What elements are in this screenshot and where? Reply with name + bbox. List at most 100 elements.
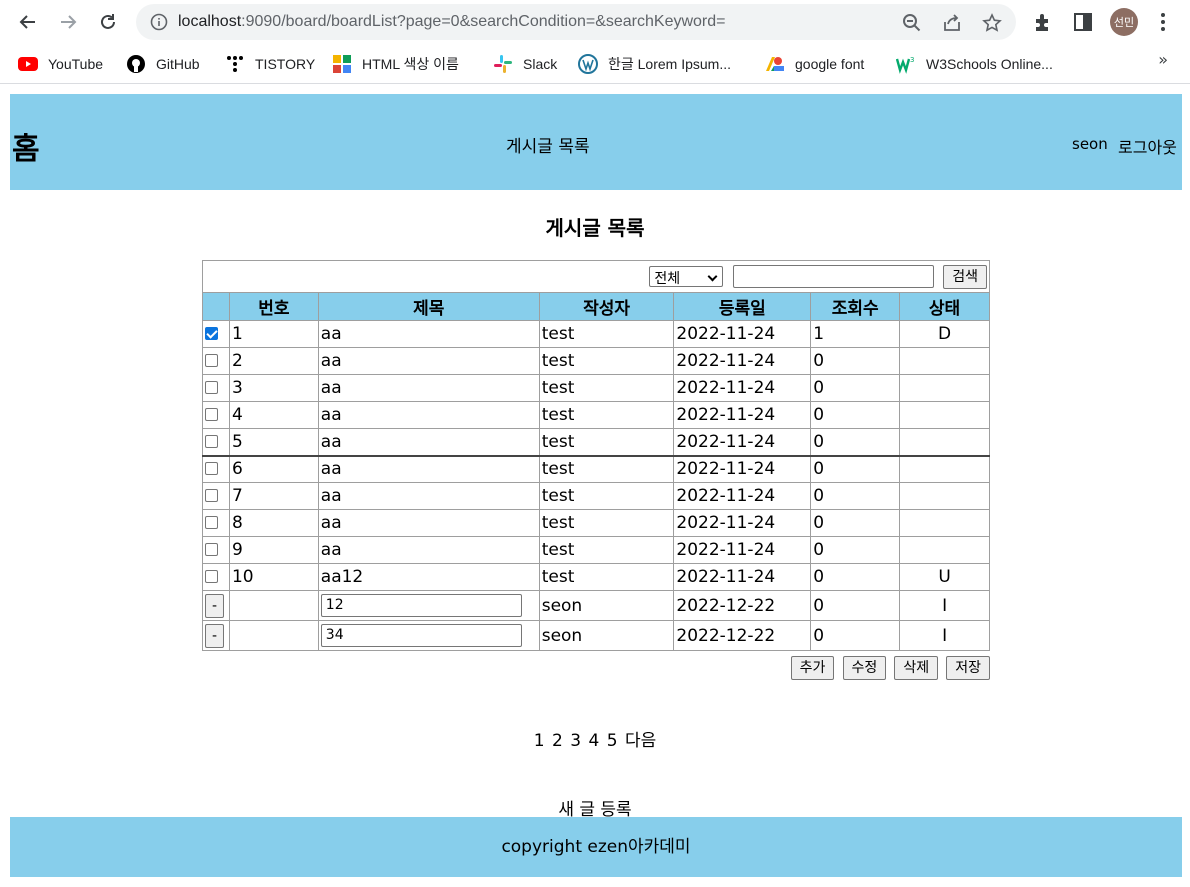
row-status: I [899,620,990,651]
remove-row-button[interactable]: - [205,593,225,618]
star-icon[interactable] [982,13,1002,33]
page-title: 게시글 목록 [545,216,645,240]
row-number: 6 [228,454,319,483]
row-writer: test [538,482,675,510]
bookmark-tistory[interactable]: TISTORY [225,53,315,75]
row-writer: test [538,374,675,402]
row-views: 0 [810,563,901,591]
search-button[interactable]: 검색 [943,264,987,289]
info-icon[interactable] [150,13,168,31]
google-fonts-icon [766,57,784,71]
page-link-4[interactable]: 4 [588,731,599,751]
row-checkbox[interactable] [205,462,218,476]
row-date: 2022-11-24 [673,536,812,564]
row-status [899,454,990,483]
home-link[interactable]: 홈 [12,124,40,168]
page-link-3[interactable]: 3 [570,731,581,751]
bookmark-slack[interactable]: Slack [493,53,557,75]
row-checkbox[interactable] [205,570,218,583]
add-button[interactable]: 추가 [790,656,835,680]
bookmark-github[interactable]: GitHub [126,53,200,75]
row-title: aa [317,374,540,402]
address-bar[interactable]: localhost:9090/board/boardList?page=0&se… [136,4,1016,40]
row-checkbox[interactable] [205,516,218,529]
row-number: 7 [228,482,319,510]
url-host: localhost [178,13,242,30]
bookmark-label: HTML 색상 이름 [362,56,459,72]
row-select-cell [202,347,230,375]
remove-row-button[interactable]: - [205,623,225,648]
row-title: aa [317,401,540,429]
page-link-2[interactable]: 2 [552,731,563,751]
row-checkbox[interactable] [205,381,218,394]
row-checkbox[interactable] [205,543,218,556]
reload-button[interactable] [94,8,122,36]
bookmarks-bar: YouTube GitHub TISTORY HTML 색상 이름 Slack … [0,44,1190,84]
row-date: 2022-11-24 [673,563,812,591]
row-date: 2022-12-22 [673,620,812,651]
more-menu-icon[interactable] [1152,11,1174,33]
row-checkbox[interactable] [205,354,218,367]
row-views: 0 [810,620,901,651]
row-date: 2022-11-24 [673,401,812,429]
share-icon[interactable] [942,13,962,33]
extensions-puzzle-icon[interactable] [1032,11,1054,33]
row-title: aa12 [317,563,540,591]
row-number: 9 [228,536,319,564]
column-header-number: 번호 [228,292,319,321]
search-keyword-input[interactable] [732,265,934,288]
bookmarks-overflow-button[interactable]: » [1158,50,1168,69]
row-select-cell [202,374,230,402]
back-arrow-icon [19,15,35,29]
back-button[interactable] [14,8,42,36]
search-condition-select[interactable]: 전체 [649,266,724,287]
row-checkbox[interactable] [205,489,218,502]
title-input[interactable]: 34 [320,624,522,647]
forward-button[interactable] [54,8,82,36]
row-date: 2022-11-24 [673,428,812,456]
row-number: 3 [228,374,319,402]
profile-avatar[interactable]: 선민 [1110,8,1138,36]
column-header-status: 상태 [899,292,990,321]
row-checkbox[interactable] [205,327,218,340]
row-writer: test [538,509,675,537]
row-number: 2 [228,347,319,375]
row-status [899,374,990,402]
row-number: 1 [228,320,319,348]
reload-icon [101,14,115,29]
footer-copyright: copyright ezen아카데미 [501,837,691,857]
row-writer: test [538,428,675,456]
delete-button[interactable]: 삭제 [894,656,939,680]
new-table-row: - 12 seon 2022-12-22 0 I [202,590,990,621]
row-writer: test [538,454,675,483]
row-checkbox[interactable] [205,434,218,448]
row-writer: seon [538,620,675,651]
title-input[interactable]: 12 [320,594,522,617]
row-number: 10 [228,563,319,591]
side-panel-icon[interactable] [1072,11,1094,33]
page-link-1[interactable]: 1 [534,731,545,751]
next-page-link[interactable]: 다음 [625,731,656,751]
row-number: 8 [228,509,319,537]
bookmark-w3schools[interactable]: 3 W3Schools Online... [896,53,1053,75]
logout-link[interactable]: 로그아웃 [1118,134,1177,158]
page-link-5[interactable]: 5 [607,731,618,751]
pagination: 1 2 3 4 5 다음 [0,726,1190,751]
tistory-icon [227,56,243,72]
table-row: 1 aa test 2022-11-24 1 D [202,320,990,348]
edit-button[interactable]: 수정 [842,656,887,680]
zoom-icon[interactable] [902,13,922,33]
bookmark-korean-lorem[interactable]: 한글 Lorem Ipsum... [578,53,731,75]
bookmark-label: TISTORY [255,56,316,72]
bookmark-google-font[interactable]: google font [765,53,864,75]
row-checkbox[interactable] [205,408,218,421]
row-status: I [899,590,990,621]
save-button[interactable]: 저장 [946,656,990,680]
bookmark-html-colors[interactable]: HTML 색상 이름 [332,53,459,75]
bookmark-youtube[interactable]: YouTube [18,53,103,75]
row-date: 2022-11-24 [673,454,812,483]
site-footer: copyright ezen아카데미 [10,817,1182,877]
column-header-writer: 작성자 [538,292,675,321]
row-title: aa [317,536,540,564]
row-views: 0 [810,590,901,621]
